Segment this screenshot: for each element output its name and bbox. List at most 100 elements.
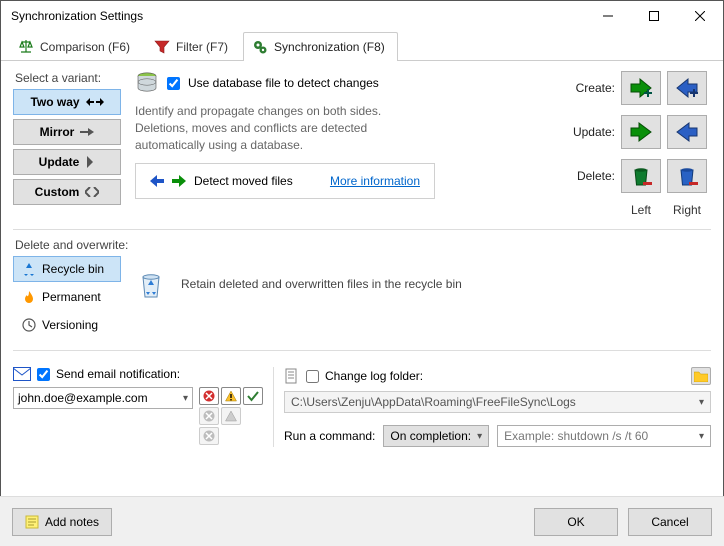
use-database-checkbox[interactable]: [167, 77, 180, 90]
flame-icon: [22, 290, 36, 304]
email-cond-success[interactable]: [243, 387, 263, 405]
add-notes-button[interactable]: Add notes: [12, 508, 112, 536]
change-log-folder-checkbox[interactable]: [306, 370, 319, 383]
right-column-label: Right: [667, 203, 707, 217]
recycle-bin-blue-minus-icon: [675, 164, 699, 188]
delete-mode-description: Retain deleted and overwritten files in …: [181, 277, 462, 291]
envelope-icon: [13, 367, 31, 381]
browse-log-folder-button[interactable]: [691, 367, 711, 385]
delete-mode-recycle[interactable]: Recycle bin: [13, 256, 121, 282]
delete-mode-permanent[interactable]: Permanent: [13, 284, 121, 310]
email-combo[interactable]: john.doe@example.com ▾: [13, 387, 193, 409]
cancel-button[interactable]: Cancel: [628, 508, 712, 536]
use-database-label: Use database file to detect changes: [188, 76, 379, 90]
chevron-down-icon: ▾: [183, 393, 188, 404]
create-right-button[interactable]: [667, 71, 707, 105]
ok-label: OK: [567, 515, 584, 529]
chevron-right-icon: [85, 156, 95, 168]
clock-icon: [22, 318, 36, 332]
variant-section-label: Select a variant:: [15, 71, 121, 85]
add-notes-label: Add notes: [45, 515, 99, 529]
scales-icon: [18, 39, 34, 55]
change-log-folder-label: Change log folder:: [325, 369, 423, 383]
variant-label: Custom: [35, 185, 80, 199]
delete-left-button[interactable]: [621, 159, 661, 193]
folder-icon: [694, 370, 708, 382]
tab-label: Synchronization (F8): [274, 40, 385, 54]
email-condition-grid: [199, 387, 263, 445]
update-label: Update:: [563, 125, 615, 139]
gears-icon: [252, 39, 268, 55]
create-label: Create:: [563, 81, 615, 95]
tab-synchronization[interactable]: Synchronization (F8): [243, 32, 398, 61]
angle-brackets-icon: [85, 187, 99, 197]
tab-filter[interactable]: Filter (F7): [145, 32, 241, 61]
variant-label: Mirror: [40, 125, 75, 139]
variant-label: Update: [39, 155, 80, 169]
run-command-label: Run a command:: [284, 429, 375, 443]
variant-mirror[interactable]: Mirror: [13, 119, 121, 145]
update-right-button[interactable]: [667, 115, 707, 149]
more-information-link[interactable]: More information: [330, 174, 420, 188]
arrow-left-blue-icon: [150, 174, 164, 188]
ok-button[interactable]: OK: [534, 508, 618, 536]
delete-label: Delete:: [563, 169, 615, 183]
chevron-down-icon: ▾: [699, 431, 704, 442]
arrow-right-plus-green-icon: [629, 76, 653, 100]
delete-mode-label: Permanent: [42, 290, 101, 304]
variant-description: Identify and propagate changes on both s…: [135, 103, 395, 153]
arrow-right-green-icon: [172, 174, 186, 188]
run-command-placeholder: Example: shutdown /s /t 60: [504, 429, 648, 443]
detect-moved-label: Detect moved files: [194, 174, 293, 188]
close-button[interactable]: [677, 1, 723, 31]
email-cond-error-2[interactable]: [199, 407, 219, 425]
log-path-field: C:\Users\Zenju\AppData\Roaming\FreeFileS…: [284, 391, 711, 413]
arrow-left-blue-icon: [675, 120, 699, 144]
tab-label: Comparison (F6): [40, 40, 130, 54]
window-title: Synchronization Settings: [11, 9, 585, 23]
variant-label: Two way: [30, 95, 79, 109]
variant-two-way[interactable]: Two way: [13, 89, 121, 115]
chevron-down-icon: ▾: [477, 431, 482, 442]
tab-comparison[interactable]: Comparison (F6): [9, 32, 143, 61]
email-value: john.doe@example.com: [18, 391, 148, 405]
run-command-input[interactable]: Example: shutdown /s /t 60 ▾: [497, 425, 711, 447]
email-cond-warning-2[interactable]: [221, 407, 241, 425]
arrow-right-green-icon: [629, 120, 653, 144]
recycle-bin-large-icon: [135, 268, 167, 300]
maximize-button[interactable]: [631, 1, 677, 31]
run-command-when-combo[interactable]: On completion: ▾: [383, 425, 489, 447]
warning-icon: [225, 390, 237, 402]
arrow-right-icon: [80, 127, 94, 137]
email-cond-error[interactable]: [199, 387, 219, 405]
email-cond-warning[interactable]: [221, 387, 241, 405]
update-left-button[interactable]: [621, 115, 661, 149]
variant-update[interactable]: Update: [13, 149, 121, 175]
create-left-button[interactable]: [621, 71, 661, 105]
run-command-when-value: On completion:: [390, 429, 471, 443]
delete-mode-versioning[interactable]: Versioning: [13, 312, 121, 338]
email-cond-error-3[interactable]: [199, 427, 219, 445]
error-grey-icon: [203, 430, 215, 442]
send-email-checkbox[interactable]: [37, 368, 50, 381]
error-icon: [203, 390, 215, 402]
delete-mode-label: Versioning: [42, 318, 98, 332]
delete-right-button[interactable]: [667, 159, 707, 193]
chevron-down-icon: ▾: [699, 397, 704, 408]
recycle-bin-green-minus-icon: [629, 164, 653, 188]
cancel-label: Cancel: [651, 515, 688, 529]
delete-overwrite-section-label: Delete and overwrite:: [15, 238, 711, 252]
variant-custom[interactable]: Custom: [13, 179, 121, 205]
database-icon: [135, 71, 159, 95]
recycle-icon: [22, 262, 36, 276]
minimize-button[interactable]: [585, 1, 631, 31]
two-way-arrows-icon: [86, 97, 104, 107]
tab-label: Filter (F7): [176, 40, 228, 54]
send-email-label: Send email notification:: [56, 367, 180, 381]
log-icon: [284, 368, 300, 384]
warning-grey-icon: [225, 410, 237, 422]
delete-mode-label: Recycle bin: [42, 262, 104, 276]
note-icon: [25, 515, 39, 529]
error-grey-icon: [203, 410, 215, 422]
check-icon: [247, 390, 259, 402]
